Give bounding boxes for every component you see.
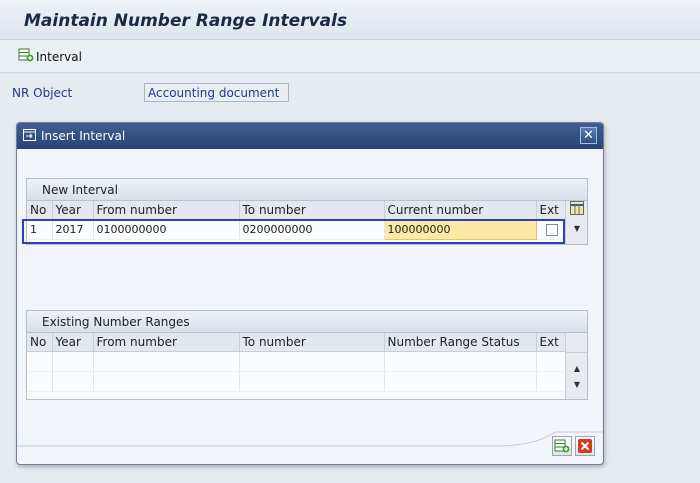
existing-ranges-title: Existing Number Ranges [27, 311, 587, 333]
column-header[interactable]: Current number [384, 201, 537, 220]
to-number-cell[interactable]: 0200000000 [239, 219, 385, 240]
scroll-up-icon[interactable]: ▲ [566, 361, 588, 377]
column-header[interactable]: To number [239, 201, 385, 220]
insert-icon[interactable] [552, 436, 572, 456]
table-row [27, 351, 568, 372]
cancel-icon[interactable] [575, 436, 595, 456]
column-header[interactable]: Number Range Status [384, 333, 537, 352]
table-header-row: No Year From number To number Number Ran… [27, 333, 568, 352]
no-cell[interactable]: 1 [27, 219, 53, 240]
column-header[interactable]: Ext [536, 333, 568, 352]
column-header[interactable]: Year [52, 333, 94, 352]
scroll-down-icon[interactable]: ▼ [566, 221, 588, 237]
table-header-row: No Year From number To number Current nu… [27, 201, 568, 220]
current-number-cell[interactable]: 100000000 [383, 218, 537, 240]
new-interval-table: No Year From number To number Current nu… [27, 201, 568, 240]
table-scrollbar[interactable]: ▲ ▼ [565, 333, 587, 399]
dialog-footer-decoration [17, 431, 603, 447]
table-row: 1 2017 0100000000 0200000000 100000000 [27, 218, 568, 240]
from-number-cell[interactable]: 0100000000 [93, 219, 240, 240]
column-header[interactable]: No [27, 333, 53, 352]
ext-cell [536, 219, 568, 240]
interval-button[interactable]: Interval [18, 48, 82, 65]
nr-object-field[interactable]: Accounting document [144, 83, 289, 102]
column-header[interactable]: Year [52, 201, 94, 220]
title-bar: Maintain Number Range Intervals [0, 0, 700, 40]
create-interval-icon [18, 48, 34, 65]
dialog-footer-buttons [552, 436, 595, 456]
interval-button-label: Interval [36, 49, 82, 64]
column-header[interactable]: No [27, 201, 53, 220]
column-header[interactable]: To number [239, 333, 385, 352]
dialog-header: Insert Interval ✕ [17, 123, 603, 149]
close-icon[interactable]: ✕ [580, 127, 597, 144]
existing-ranges-panel: Existing Number Ranges No Year From numb… [26, 310, 588, 400]
table-settings-icon[interactable] [566, 201, 588, 221]
insert-interval-dialog: Insert Interval ✕ New Interval No Year F… [16, 122, 604, 465]
page-title: Maintain Number Range Intervals [24, 11, 348, 31]
dialog-title: Insert Interval [41, 129, 126, 143]
table-row [27, 371, 568, 392]
ext-checkbox[interactable] [545, 223, 558, 236]
year-cell[interactable]: 2017 [52, 219, 94, 240]
table-side-column: ▼ [565, 201, 587, 244]
column-header[interactable]: From number [93, 333, 240, 352]
scrollbar-header [566, 333, 587, 353]
column-header[interactable]: From number [93, 201, 240, 220]
new-interval-title: New Interval [27, 179, 587, 201]
dialog-window-icon [23, 129, 36, 144]
scroll-down-icon[interactable]: ▼ [566, 377, 588, 393]
new-interval-panel: New Interval No Year From number To numb… [26, 178, 588, 245]
existing-ranges-table: No Year From number To number Number Ran… [27, 333, 568, 392]
nr-object-label: NR Object [12, 86, 73, 100]
application-toolbar: Interval [0, 40, 700, 73]
column-header[interactable]: Ext [536, 201, 568, 220]
